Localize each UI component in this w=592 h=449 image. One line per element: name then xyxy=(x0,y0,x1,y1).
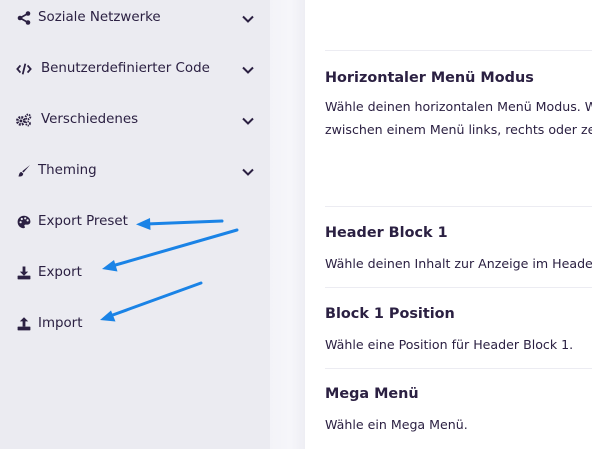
setting-description: zwischen einem Menü links, rechts oder z… xyxy=(325,122,592,137)
sidebar-item-label: Verschiedenes xyxy=(41,112,139,127)
setting-title: Horizontaler Menü Modus xyxy=(325,70,534,86)
sidebar-item-label: Theming xyxy=(38,163,97,178)
sidebar-item-theming[interactable]: Theming xyxy=(0,145,270,196)
divider xyxy=(325,206,592,207)
cogs-icon xyxy=(16,112,32,128)
setting-title: Header Block 1 xyxy=(325,225,448,241)
divider xyxy=(325,368,592,369)
upload-icon xyxy=(16,316,32,332)
setting-title: Mega Menü xyxy=(325,386,419,402)
sidebar-item-label: Soziale Netzwerke xyxy=(38,10,161,25)
divider xyxy=(325,287,592,288)
download-icon xyxy=(16,265,32,281)
sidebar-item-social-networks[interactable]: Soziale Netzwerke xyxy=(0,0,270,43)
sidebar-item-label: Export xyxy=(38,265,82,280)
sidebar-item-label: Import xyxy=(38,316,83,331)
page: Soziale Netzwerke Benutzerdefinierter Co… xyxy=(0,0,592,449)
palette-icon xyxy=(16,214,32,230)
brush-icon xyxy=(16,163,32,179)
chevron-down-icon[interactable] xyxy=(241,62,255,76)
divider xyxy=(325,50,592,51)
sidebar-item-export[interactable]: Export xyxy=(0,247,270,298)
chevron-down-icon[interactable] xyxy=(241,11,255,25)
sidebar: Soziale Netzwerke Benutzerdefinierter Co… xyxy=(0,0,270,449)
setting-description: Wähle deinen horizontalen Menü Modus. W xyxy=(325,99,592,114)
setting-description: Wähle eine Position für Header Block 1. xyxy=(325,337,574,352)
sidebar-item-custom-code[interactable]: Benutzerdefinierter Code xyxy=(0,43,270,94)
setting-title: Block 1 Position xyxy=(325,306,455,322)
sidebar-item-misc[interactable]: Verschiedenes xyxy=(0,94,270,145)
gutter xyxy=(270,0,305,449)
sidebar-item-import[interactable]: Import xyxy=(0,298,270,349)
setting-description: Wähle deinen Inhalt zur Anzeige im Heade xyxy=(325,256,592,271)
sidebar-item-label: Export Preset xyxy=(38,214,128,229)
settings-panel: Horizontaler Menü Modus Wähle deinen hor… xyxy=(305,0,592,449)
sidebar-item-export-preset[interactable]: Export Preset xyxy=(0,196,270,247)
setting-description: Wähle ein Mega Menü. xyxy=(325,417,468,432)
share-icon xyxy=(16,10,32,26)
chevron-down-icon[interactable] xyxy=(241,113,255,127)
code-icon xyxy=(16,61,32,77)
sidebar-item-label: Benutzerdefinierter Code xyxy=(41,61,210,76)
chevron-down-icon[interactable] xyxy=(241,164,255,178)
